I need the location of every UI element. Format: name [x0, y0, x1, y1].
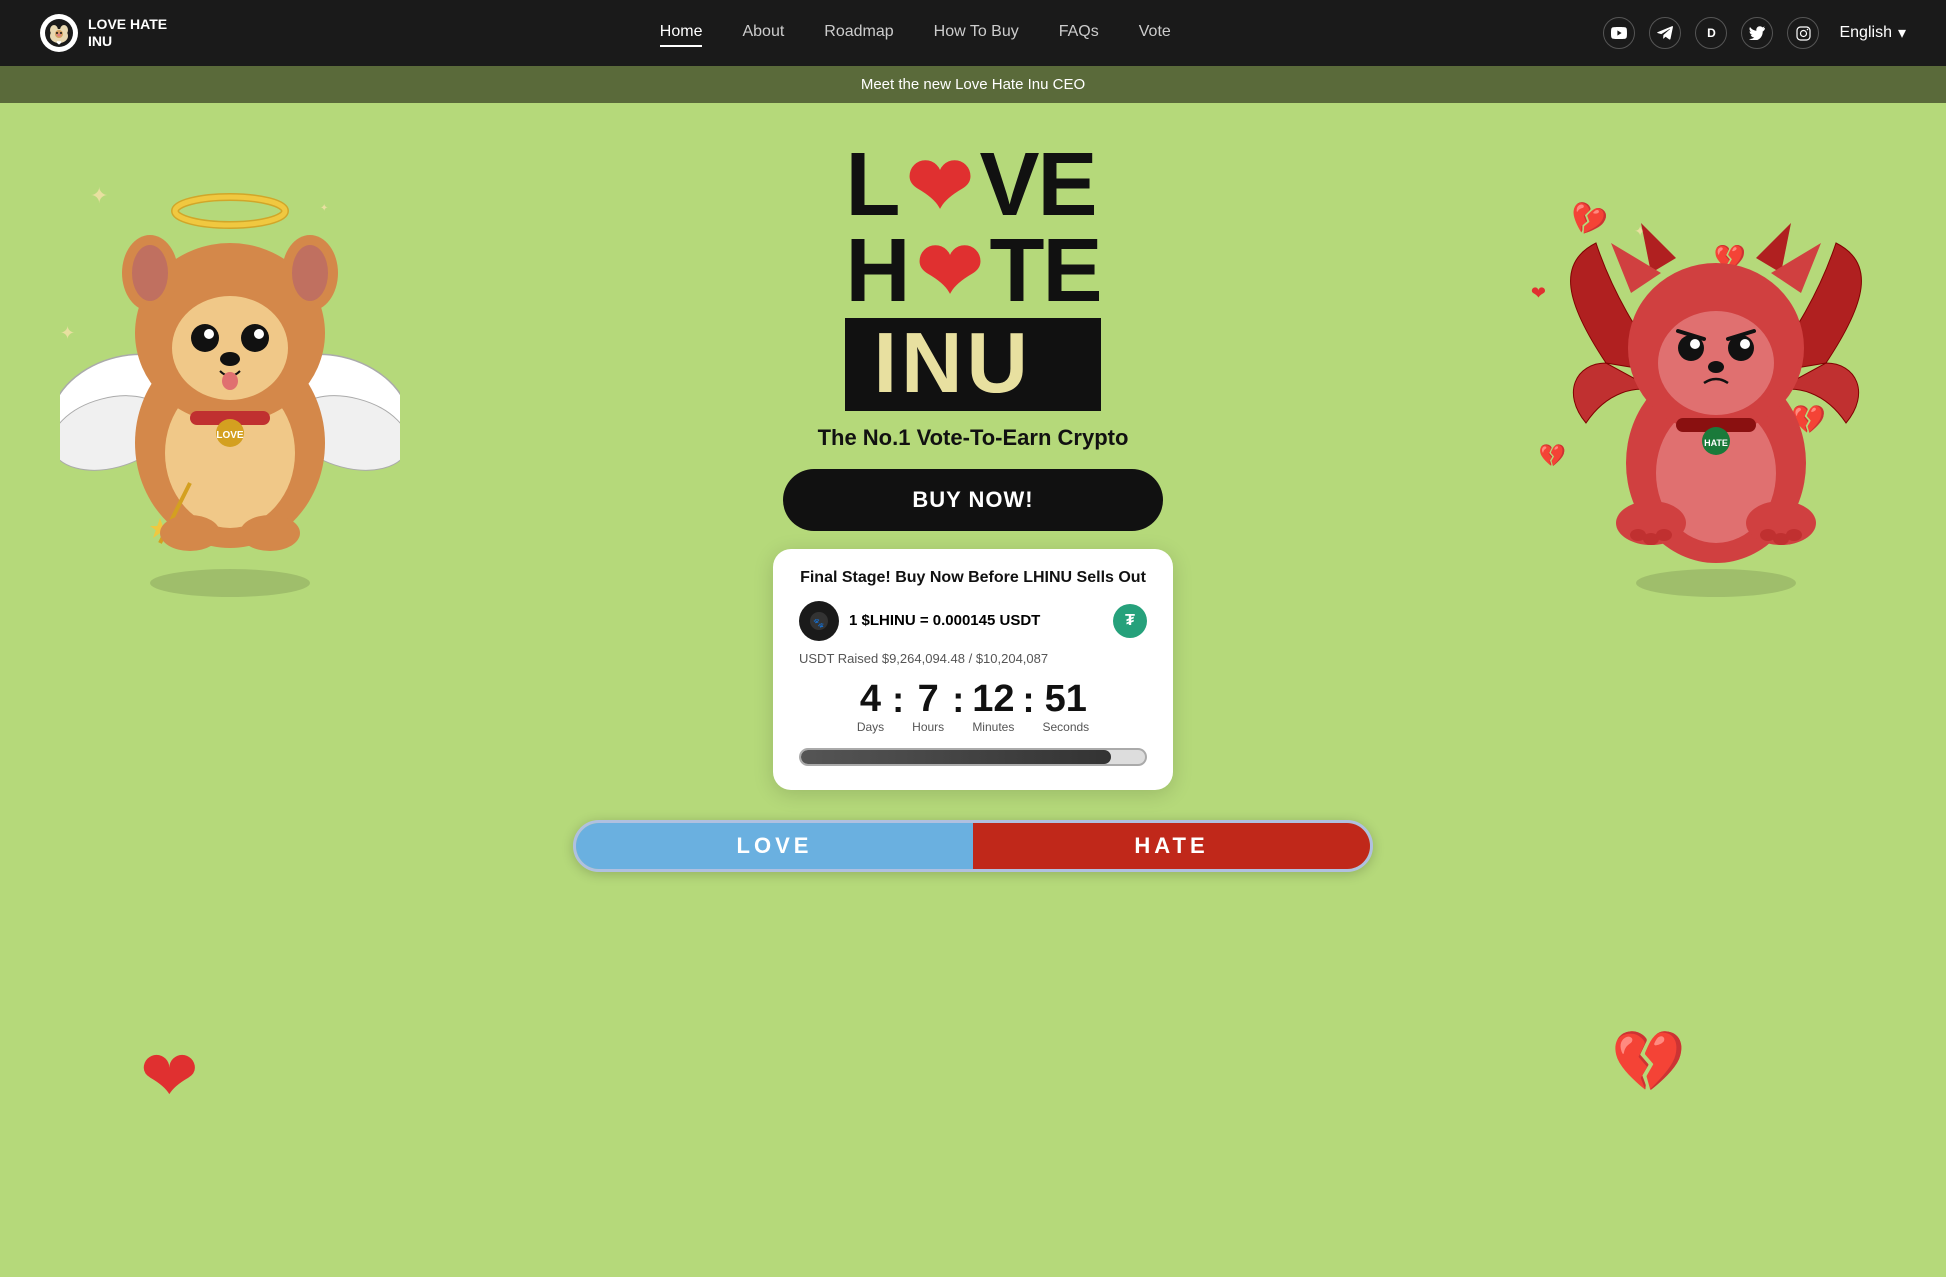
- token-rate-row: 🐾 1 $LHINU = 0.000145 USDT ₮: [799, 601, 1147, 641]
- token-rate-text: 1 $LHINU = 0.000145 USDT: [849, 612, 1103, 629]
- logo-area[interactable]: ❤ LOVE HATE INU: [40, 14, 167, 52]
- hero-section: ✦ ✦ ✦ ✦ ✦ ✦ ✦ ✦ ❤ 💔 💔 💔 💔 💔 ❤ ❤ ❤: [0, 103, 1946, 1277]
- nav-vote[interactable]: Vote: [1139, 19, 1171, 47]
- svg-text:❤: ❤: [56, 41, 61, 47]
- chevron-down-icon: ▾: [1898, 23, 1906, 43]
- progress-bar-fill: [801, 750, 1111, 764]
- language-label: English: [1839, 24, 1891, 42]
- tether-icon: ₮: [1113, 604, 1147, 638]
- hero-tagline: The No.1 Vote-To-Earn Crypto: [818, 425, 1129, 451]
- countdown-days: 4 Days: [857, 680, 884, 734]
- svg-text:HATE: HATE: [1704, 438, 1728, 448]
- presale-title: Final Stage! Buy Now Before LHINU Sells …: [799, 569, 1147, 587]
- nav-faqs[interactable]: FAQs: [1059, 19, 1099, 47]
- instagram-icon[interactable]: [1787, 17, 1819, 49]
- angel-dog-character: LOVE: [60, 163, 400, 583]
- twitter-icon[interactable]: [1741, 17, 1773, 49]
- logo-icon: ❤: [40, 14, 78, 52]
- progress-bar-container: [799, 748, 1147, 766]
- language-selector[interactable]: English ▾: [1839, 23, 1906, 43]
- raised-text: USDT Raised $9,264,094.48 / $10,204,087: [799, 651, 1147, 666]
- svg-text:🐾: 🐾: [813, 618, 824, 628]
- nav-about[interactable]: About: [742, 19, 784, 47]
- love-hate-bar-container: LOVE HATE: [573, 820, 1373, 872]
- announcement-text: Meet the new Love Hate Inu CEO: [861, 76, 1085, 93]
- devil-dog-character: HATE: [1546, 163, 1886, 583]
- heart-left: ❤: [140, 1035, 199, 1117]
- telegram-icon[interactable]: [1649, 17, 1681, 49]
- countdown-seconds: 51 Seconds: [1042, 680, 1089, 734]
- social-icons: D: [1603, 17, 1819, 49]
- countdown-sep-2: :: [952, 682, 964, 718]
- countdown-hours: 7 Hours: [912, 680, 944, 734]
- lhinu-icon: 🐾: [799, 601, 839, 641]
- hate-side[interactable]: HATE: [973, 823, 1370, 869]
- nav-how-to-buy[interactable]: How To Buy: [934, 19, 1019, 47]
- hero-center-content: L ❤ VE H ❤ TE INU The No.1 Vote-To-Earn …: [773, 143, 1173, 790]
- announcement-bar[interactable]: Meet the new Love Hate Inu CEO: [0, 66, 1946, 103]
- broken-heart-5: 💔: [1611, 1026, 1686, 1097]
- love-label: LOVE: [737, 833, 813, 859]
- love-side[interactable]: LOVE: [576, 823, 973, 869]
- love-heart-icon: ❤: [906, 148, 971, 224]
- buy-now-button[interactable]: BUY NOW!: [783, 469, 1163, 531]
- svg-text:LOVE: LOVE: [216, 430, 244, 441]
- navbar: ❤ LOVE HATE INU Home About Roadmap How T…: [0, 0, 1946, 66]
- nav-links: Home About Roadmap How To Buy FAQs Vote: [227, 19, 1603, 47]
- discord-icon[interactable]: D: [1695, 17, 1727, 49]
- countdown-sep-3: :: [1022, 682, 1034, 718]
- nav-roadmap[interactable]: Roadmap: [824, 19, 893, 47]
- heart-small-right2: ❤: [1531, 283, 1546, 304]
- love-hate-bar: LOVE HATE: [573, 820, 1373, 872]
- countdown-timer: 4 Days : 7 Hours : 12 Minutes : 51 Secon…: [799, 680, 1147, 734]
- countdown-sep-1: :: [892, 682, 904, 718]
- hate-heart-icon: ❤: [916, 233, 981, 309]
- nav-home[interactable]: Home: [660, 19, 703, 47]
- logo-text-line1: LOVE HATE: [88, 16, 167, 33]
- logo-text-line2: INU: [88, 33, 167, 50]
- inu-label: INU: [845, 318, 1100, 411]
- youtube-icon[interactable]: [1603, 17, 1635, 49]
- hero-logo: L ❤ VE H ❤ TE INU: [845, 143, 1100, 411]
- countdown-minutes: 12 Minutes: [972, 680, 1014, 734]
- hate-label: HATE: [1134, 833, 1208, 859]
- presale-card: Final Stage! Buy Now Before LHINU Sells …: [773, 549, 1173, 790]
